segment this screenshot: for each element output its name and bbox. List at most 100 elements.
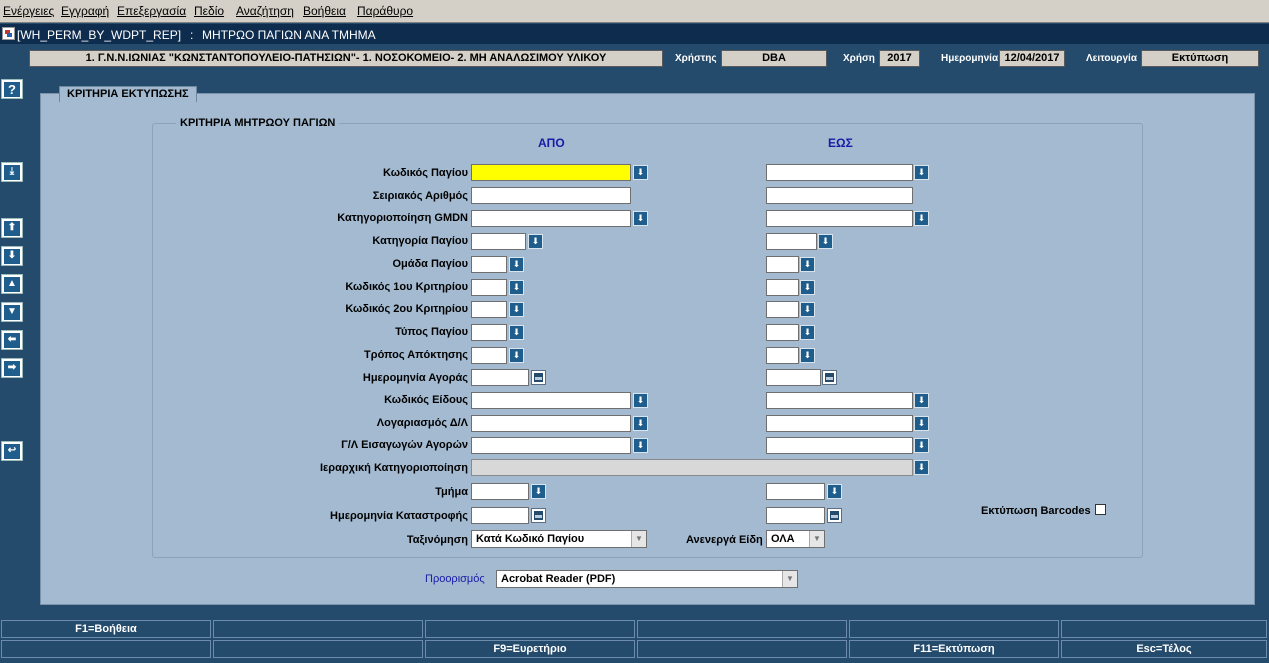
menu-field[interactable]: Πεδίο bbox=[194, 4, 224, 18]
fkey-exit[interactable]: Esc=Τέλος bbox=[1061, 640, 1267, 658]
criterion1-to-lov-icon[interactable]: ⬇ bbox=[800, 280, 815, 295]
fkey-empty-1[interactable] bbox=[213, 620, 423, 638]
previous-record-button[interactable]: ▲ bbox=[1, 274, 23, 294]
criterion2-from-lov-icon[interactable]: ⬇ bbox=[509, 302, 524, 317]
department-to-lov-icon[interactable]: ⬇ bbox=[827, 484, 842, 499]
print-barcodes-label: Εκτύπωση Barcodes bbox=[981, 505, 1091, 517]
gl-imports-to-lov-icon[interactable]: ⬇ bbox=[914, 438, 929, 453]
asset-type-from-lov-icon[interactable]: ⬇ bbox=[509, 325, 524, 340]
criterion2-to-input[interactable] bbox=[766, 301, 799, 318]
menu-edit[interactable]: Επεξεργασία bbox=[117, 4, 186, 18]
fkey-empty-3[interactable] bbox=[637, 620, 847, 638]
menu-actions[interactable]: Ενέργειες bbox=[3, 4, 54, 18]
asset-group-from-lov-icon[interactable]: ⬇ bbox=[509, 257, 524, 272]
tab-print-criteria[interactable]: ΚΡΙΤΗΡΙΑ ΕΚΤΥΠΩΣΗΣ bbox=[59, 86, 197, 102]
item-code-from-lov-icon[interactable]: ⬇ bbox=[633, 393, 648, 408]
asset-category-from-input[interactable] bbox=[471, 233, 526, 250]
gmdn-from-input[interactable] bbox=[471, 210, 631, 227]
asset-code-to-input[interactable] bbox=[766, 164, 913, 181]
sorting-select[interactable]: Κατά Κωδικό Παγίου ▼ bbox=[471, 530, 647, 548]
purchase-date-to-input[interactable] bbox=[766, 369, 821, 386]
gl-account-to-input[interactable] bbox=[766, 415, 913, 432]
fkey-empty-4[interactable] bbox=[849, 620, 1059, 638]
return-button[interactable]: ↩ bbox=[1, 441, 23, 461]
menu-bar: Ενέργειες Εγγραφή Επεξεργασία Πεδίο Αναζ… bbox=[0, 0, 1269, 23]
item-code-from-input[interactable] bbox=[471, 392, 631, 409]
asset-code-from-input[interactable] bbox=[471, 164, 631, 181]
destination-select[interactable]: Acrobat Reader (PDF) ▼ bbox=[496, 570, 798, 588]
next-block-icon: ➡ bbox=[4, 360, 20, 376]
criterion1-to-input[interactable] bbox=[766, 279, 799, 296]
gmdn-from-lov-icon[interactable]: ⬇ bbox=[633, 211, 648, 226]
destruction-date-to-input[interactable] bbox=[766, 507, 825, 524]
item-code-to-input[interactable] bbox=[766, 392, 913, 409]
gl-imports-from-input[interactable] bbox=[471, 437, 631, 454]
criterion2-label: Κωδικός 2ου Κριτηρίου bbox=[345, 303, 468, 315]
asset-category-from-lov-icon[interactable]: ⬇ bbox=[528, 234, 543, 249]
asset-code-to-lov-icon[interactable]: ⬇ bbox=[914, 165, 929, 180]
acquisition-from-input[interactable] bbox=[471, 347, 507, 364]
criterion2-from-input[interactable] bbox=[471, 301, 507, 318]
help-button[interactable]: ? bbox=[1, 79, 23, 99]
acquisition-to-lov-icon[interactable]: ⬇ bbox=[800, 348, 815, 363]
purchase-date-from-calendar-icon[interactable] bbox=[531, 370, 546, 385]
menu-search[interactable]: Αναζήτηση bbox=[236, 4, 294, 18]
asset-group-from-input[interactable] bbox=[471, 256, 507, 273]
print-barcodes-checkbox[interactable] bbox=[1095, 504, 1106, 515]
destruction-date-to-calendar-icon[interactable] bbox=[827, 508, 842, 523]
destruction-date-from-input[interactable] bbox=[471, 507, 529, 524]
gl-account-from-lov-icon[interactable]: ⬇ bbox=[633, 416, 648, 431]
next-record-button[interactable]: ▼ bbox=[1, 302, 23, 322]
fkey-print[interactable]: F11=Εκτύπωση bbox=[849, 640, 1059, 658]
next-record-icon: ▼ bbox=[4, 304, 20, 320]
fkey-empty-7[interactable] bbox=[213, 640, 423, 658]
hierarchy-lov-icon[interactable]: ⬇ bbox=[914, 460, 929, 475]
gmdn-to-input[interactable] bbox=[766, 210, 913, 227]
department-from-lov-icon[interactable]: ⬇ bbox=[531, 484, 546, 499]
department-from-input[interactable] bbox=[471, 483, 529, 500]
window-title-separator: : bbox=[190, 28, 194, 42]
fkey-help[interactable]: F1=Βοήθεια bbox=[1, 620, 211, 638]
asset-group-to-lov-icon[interactable]: ⬇ bbox=[800, 257, 815, 272]
asset-type-from-input[interactable] bbox=[471, 324, 507, 341]
menu-record[interactable]: Εγγραφή bbox=[61, 4, 109, 18]
previous-block-button[interactable]: ⬅ bbox=[1, 330, 23, 350]
asset-group-to-input[interactable] bbox=[766, 256, 799, 273]
criterion1-from-input[interactable] bbox=[471, 279, 507, 296]
first-record-button[interactable]: ⬆ bbox=[1, 218, 23, 238]
gl-account-from-input[interactable] bbox=[471, 415, 631, 432]
destruction-date-from-calendar-icon[interactable] bbox=[531, 508, 546, 523]
menu-window[interactable]: Παράθυρο bbox=[357, 4, 413, 18]
purchase-date-to-calendar-icon[interactable] bbox=[822, 370, 837, 385]
asset-type-to-input[interactable] bbox=[766, 324, 799, 341]
gmdn-to-lov-icon[interactable]: ⬇ bbox=[914, 211, 929, 226]
acquisition-to-input[interactable] bbox=[766, 347, 799, 364]
menu-help[interactable]: Βοήθεια bbox=[303, 4, 346, 18]
fkey-empty-8[interactable] bbox=[637, 640, 847, 658]
fkey-empty-2[interactable] bbox=[425, 620, 635, 638]
asset-category-to-lov-icon[interactable]: ⬇ bbox=[818, 234, 833, 249]
serial-number-from-input[interactable] bbox=[471, 187, 631, 204]
inactive-items-select[interactable]: ΟΛΑ ▼ bbox=[766, 530, 825, 548]
criterion1-from-lov-icon[interactable]: ⬇ bbox=[509, 280, 524, 295]
criterion2-to-lov-icon[interactable]: ⬇ bbox=[800, 302, 815, 317]
acquisition-from-lov-icon[interactable]: ⬇ bbox=[509, 348, 524, 363]
download-button[interactable]: ⤓ bbox=[1, 162, 23, 182]
fkey-empty-5[interactable] bbox=[1061, 620, 1267, 638]
serial-number-to-input[interactable] bbox=[766, 187, 913, 204]
asset-type-to-lov-icon[interactable]: ⬇ bbox=[800, 325, 815, 340]
next-block-button[interactable]: ➡ bbox=[1, 358, 23, 378]
gl-imports-from-lov-icon[interactable]: ⬇ bbox=[633, 438, 648, 453]
asset-category-to-input[interactable] bbox=[766, 233, 817, 250]
fkey-index[interactable]: F9=Ευρετήριο bbox=[425, 640, 635, 658]
asset-code-from-lov-icon[interactable]: ⬇ bbox=[633, 165, 648, 180]
gl-imports-to-input[interactable] bbox=[766, 437, 913, 454]
department-to-input[interactable] bbox=[766, 483, 825, 500]
purchase-date-from-input[interactable] bbox=[471, 369, 529, 386]
gl-account-to-lov-icon[interactable]: ⬇ bbox=[914, 416, 929, 431]
fkey-empty-6[interactable] bbox=[1, 640, 211, 658]
item-code-to-lov-icon[interactable]: ⬇ bbox=[914, 393, 929, 408]
last-record-button[interactable]: ⬇ bbox=[1, 246, 23, 266]
destination-value: Acrobat Reader (PDF) bbox=[501, 573, 616, 585]
hierarchy-input[interactable] bbox=[471, 459, 913, 476]
